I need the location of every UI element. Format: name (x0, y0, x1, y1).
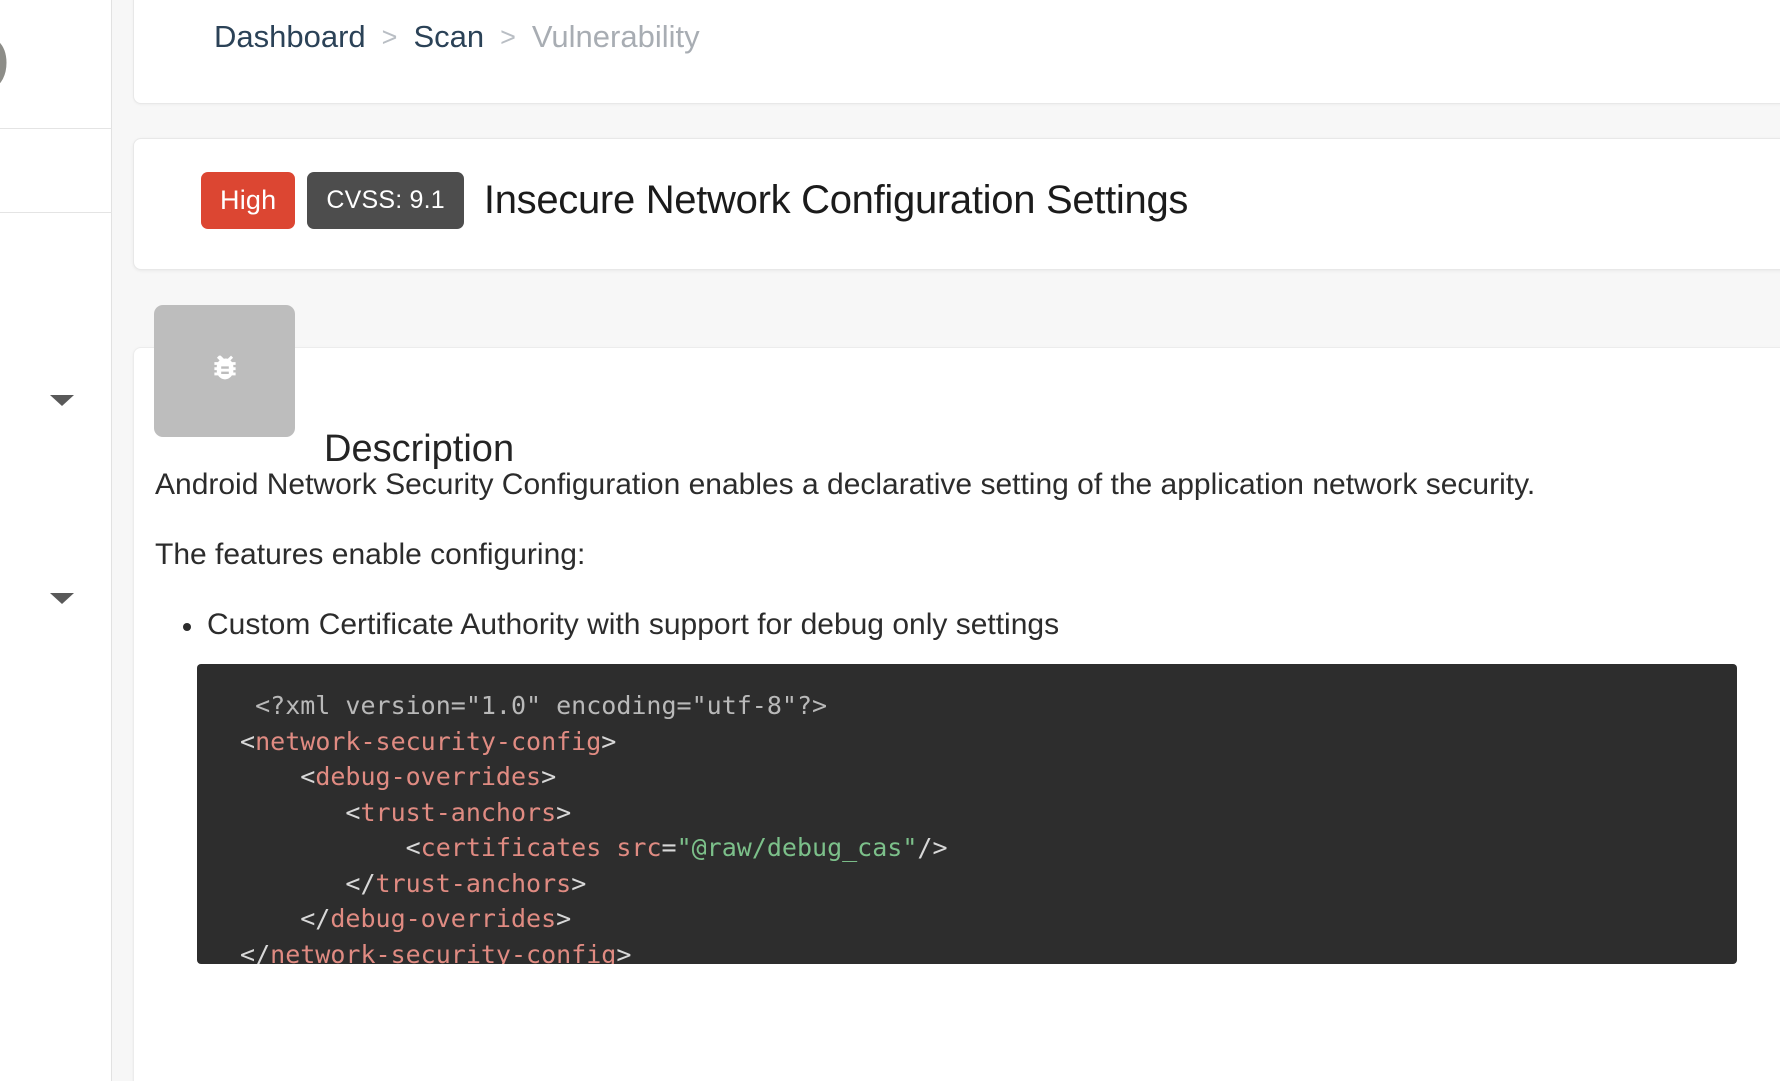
code-line: <debug-overrides> (197, 759, 1737, 795)
description-body: Android Network Security Configuration e… (155, 466, 1715, 644)
section-heading-description: Description (324, 428, 515, 470)
code-token-punct: </ (225, 868, 376, 898)
code-snippet-network-security-config[interactable]: <?xml version="1.0" encoding="utf-8"?> <… (197, 664, 1737, 964)
code-token-tag: trust-anchors (375, 868, 572, 898)
code-token-decl: <?xml version="1.0" encoding="utf-8"?> (225, 691, 828, 720)
vulnerability-header: High CVSS: 9.1 Insecure Network Configur… (201, 172, 1188, 229)
layout-gutter (112, 0, 133, 1081)
code-line: </trust-anchors> (197, 866, 1737, 902)
code-token-punct: < (225, 762, 316, 791)
vulnerability-detail-page: D Dashboard > Scan > Vulnerability High (0, 0, 1780, 1081)
chevron-down-icon[interactable] (50, 395, 74, 406)
code-line: <?xml version="1.0" encoding="utf-8"?> (197, 688, 1737, 724)
code-token-punct: </ (225, 939, 271, 965)
bug-icon (213, 355, 236, 380)
breadcrumb: Dashboard > Scan > Vulnerability (214, 17, 700, 57)
breadcrumb-item-scan[interactable]: Scan (413, 17, 484, 57)
sidebar: D (0, 0, 112, 1081)
code-token-punct: < (225, 833, 421, 862)
code-token-punct: < (225, 797, 361, 827)
code-token-attr: src (616, 833, 662, 862)
vulnerability-type-tile (154, 305, 295, 437)
description-paragraph-1: Android Network Security Configuration e… (155, 468, 1536, 501)
sidebar-divider-bottom (0, 212, 112, 213)
code-token-punct: > (616, 939, 632, 965)
description-card: Description Android Network Security Con… (133, 347, 1780, 1081)
code-token-tag: debug-overrides (330, 904, 557, 933)
breadcrumb-separator: > (500, 22, 516, 52)
sidebar-item-collapsible-2[interactable] (0, 579, 112, 619)
code-line: <certificates src="@raw/debug_cas"/> (197, 830, 1737, 866)
code-token-punct: = (661, 833, 677, 862)
code-token-punct: /> (917, 833, 948, 862)
description-feature-list: Custom Certificate Authority with suppor… (165, 606, 1715, 644)
code-token-tag: network-security-config (270, 939, 617, 965)
list-item: Custom Certificate Authority with suppor… (165, 606, 1715, 644)
code-line: <network-security-config> (197, 724, 1737, 760)
app-logo[interactable]: D (0, 26, 68, 102)
code-token-punct: < (225, 726, 256, 756)
code-token-tag: debug-overrides (315, 762, 542, 791)
page-title: Insecure Network Configuration Settings (483, 178, 1189, 222)
vulnerability-header-card: High CVSS: 9.1 Insecure Network Configur… (133, 138, 1780, 270)
code-token-punct: > (541, 762, 557, 791)
status-badge-cvss: CVSS: 9.1 (307, 172, 464, 229)
code-token-punct: > (556, 904, 572, 933)
code-token-tag: certificates (420, 833, 617, 862)
status-badge-severity: High (201, 172, 296, 229)
code-token-tag: trust-anchors (360, 797, 557, 827)
chevron-down-icon[interactable] (50, 593, 74, 604)
sidebar-divider-top (0, 128, 112, 129)
code-token-punct: > (571, 868, 587, 898)
code-line: <trust-anchors> (197, 795, 1737, 831)
breadcrumb-card: Dashboard > Scan > Vulnerability (133, 0, 1780, 104)
code-token-punct: > (601, 726, 617, 756)
code-token-punct: </ (225, 904, 331, 933)
breadcrumb-item-dashboard[interactable]: Dashboard (214, 17, 366, 57)
code-token-tag: network-security-config (255, 726, 602, 756)
main-content: Dashboard > Scan > Vulnerability High CV… (133, 0, 1780, 1081)
breadcrumb-item-vulnerability: Vulnerability (531, 19, 700, 54)
breadcrumb-separator: > (381, 22, 398, 52)
code-line: </debug-overrides> (197, 901, 1737, 937)
sidebar-item-collapsible-1[interactable] (0, 381, 112, 421)
description-paragraph-2: The features enable configuring: (155, 538, 586, 571)
code-token-string: "@raw/debug_cas" (676, 833, 918, 862)
code-token-punct: > (556, 797, 572, 827)
code-line: </network-security-config> (197, 937, 1737, 965)
